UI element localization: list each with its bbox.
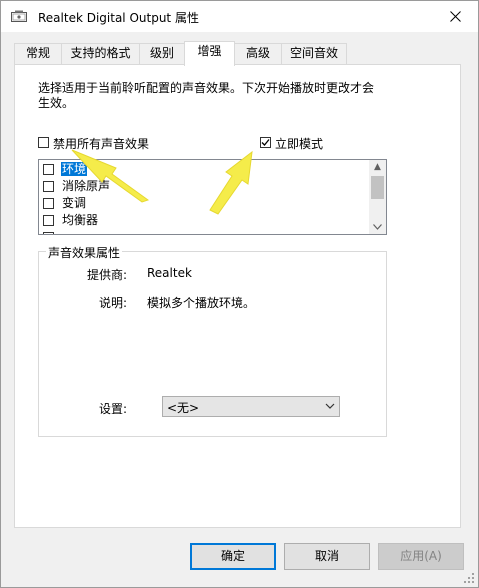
cancel-button[interactable]: 取消 — [284, 543, 370, 570]
tab-spatial-sound[interactable]: 空间音效 — [281, 43, 347, 64]
resize-grip-icon[interactable] — [463, 572, 475, 584]
setting-select[interactable]: <无> — [162, 396, 340, 417]
group-legend: 声音效果属性 — [46, 244, 123, 261]
window-title: Realtek Digital Output 属性 — [38, 11, 199, 25]
tab-general[interactable]: 常规 — [14, 43, 62, 64]
effect-checkbox[interactable] — [43, 232, 54, 234]
provider-value: Realtek — [147, 266, 192, 280]
provider-label: 提供商: — [87, 268, 128, 282]
disable-all-checkbox[interactable] — [38, 137, 49, 148]
tab-supported-formats[interactable]: 支持的格式 — [61, 43, 140, 64]
scroll-down-icon[interactable] — [369, 219, 386, 234]
description-text: 选择适用于当前聆听配置的声音效果。下次开始播放时更改才会生效。 — [38, 81, 375, 110]
list-scrollbar[interactable]: ▲ — [369, 160, 386, 234]
setting-label: 设置: — [99, 402, 128, 416]
effect-checkbox[interactable] — [43, 181, 54, 192]
effect-label[interactable]: 变调 — [61, 196, 87, 210]
scroll-up-icon[interactable]: ▲ — [369, 160, 386, 175]
effect-label[interactable]: 均衡器 — [61, 213, 99, 227]
tab-enhancements[interactable]: 增强 — [184, 41, 235, 66]
effects-listbox[interactable]: 环境 消除原声 变调 均衡器 ▲ — [38, 159, 387, 235]
immediate-mode-label[interactable]: 立即模式 — [275, 135, 323, 152]
effect-checkbox[interactable] — [43, 215, 54, 226]
effect-properties-group: 声音效果属性 提供商: Realtek 说明: 模拟多个播放环境。 设置: <无… — [38, 244, 387, 437]
speaker-icon — [11, 10, 27, 22]
effect-checkbox[interactable] — [43, 198, 54, 209]
disable-all-label[interactable]: 禁用所有声音效果 — [53, 135, 149, 152]
chevron-down-icon — [325, 403, 335, 409]
tab-bar: 常规 支持的格式 级别 增强 高级 空间音效 — [14, 41, 461, 66]
effect-label[interactable]: 消除原声 — [61, 179, 111, 193]
description-value: 模拟多个播放环境。 — [147, 296, 256, 310]
title-bar: Realtek Digital Output 属性 — [1, 1, 478, 32]
tab-levels[interactable]: 级别 — [139, 43, 185, 64]
close-button[interactable] — [432, 1, 478, 32]
tab-advanced[interactable]: 高级 — [234, 43, 282, 64]
scroll-thumb[interactable] — [371, 176, 384, 199]
effect-label[interactable]: 环境 — [61, 162, 88, 176]
close-icon — [449, 11, 461, 22]
effect-checkbox[interactable] — [43, 164, 54, 175]
ok-button[interactable]: 确定 — [190, 543, 276, 570]
immediate-mode-checkbox[interactable] — [260, 137, 271, 148]
enhancements-panel: 选择适用于当前聆听配置的声音效果。下次开始播放时更改才会生效。 禁用所有声音效果… — [14, 64, 461, 528]
apply-button[interactable]: 应用(A) — [378, 543, 464, 570]
setting-select-value: <无> — [167, 401, 200, 415]
description-label: 说明: — [99, 296, 128, 310]
properties-dialog: Realtek Digital Output 属性 常规 支持的格式 级别 增强… — [0, 0, 479, 588]
check-icon — [261, 139, 270, 146]
